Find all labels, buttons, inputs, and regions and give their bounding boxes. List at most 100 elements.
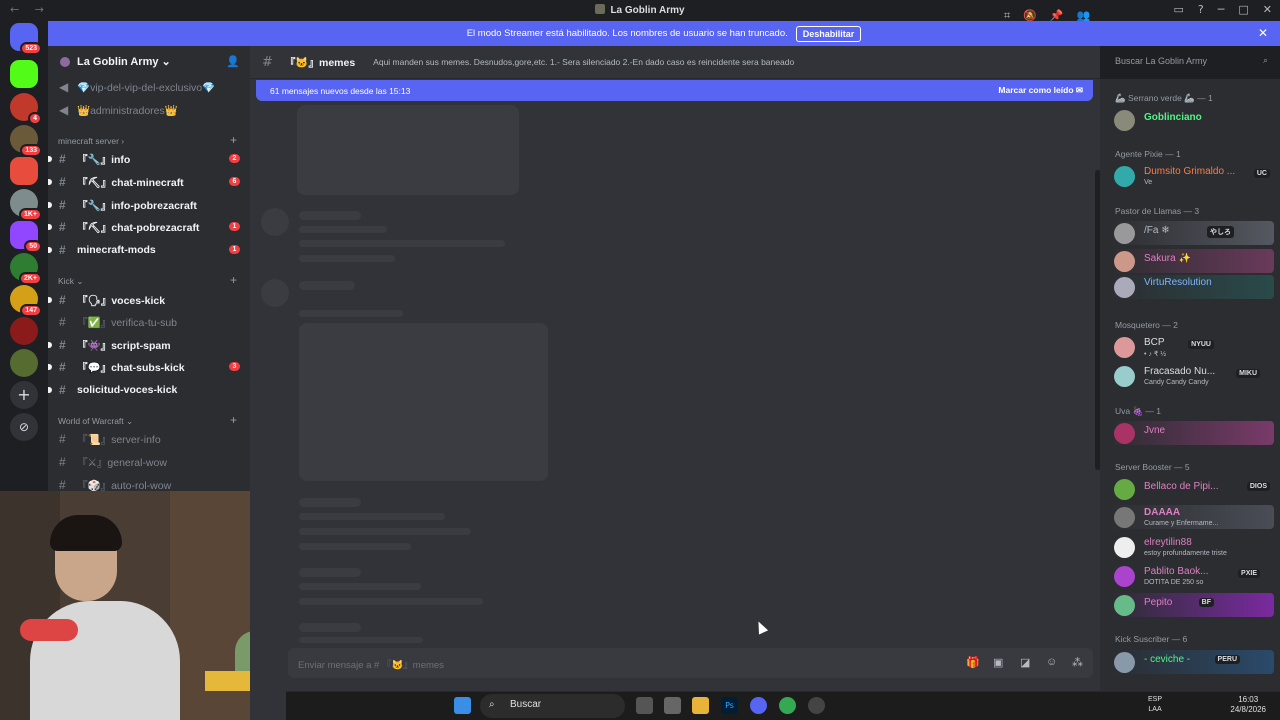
clock-time: 16:03 [1238, 695, 1259, 704]
close-icon[interactable]: ✕ [1258, 26, 1268, 40]
mention-badge: 1 [229, 222, 240, 231]
member-name: - ceviche - [1144, 654, 1191, 665]
server-goblin[interactable]: 147 [10, 285, 42, 317]
members-icon[interactable]: 👥 [1077, 9, 1091, 23]
member-row[interactable]: Pepito BF [1110, 593, 1274, 617]
mark-as-read-button[interactable]: Marcar como leído ✉ [998, 85, 1083, 96]
apps-icon[interactable]: ⁂ [1072, 656, 1083, 669]
channel-admins[interactable]: ◀ 👑administradores👑 [56, 100, 244, 120]
channel-chat-subs-kick[interactable]: # 『💬』chat-subs-kick 3 [48, 357, 244, 377]
member-row[interactable]: - ceviche - PERU [1110, 650, 1274, 674]
hash-icon: # [59, 152, 66, 166]
member-row[interactable]: DAAAA Curame y Enfermame... [1110, 505, 1274, 529]
skeleton-line [299, 310, 403, 317]
maximize-button[interactable]: □ [1238, 3, 1248, 16]
photoshop-icon[interactable]: Ps [721, 697, 738, 714]
server-icon-3[interactable]: 133 [10, 125, 42, 157]
member-row[interactable]: /Fa ❄ やしろ [1110, 221, 1274, 245]
help-icon[interactable]: ? [1198, 3, 1204, 16]
member-row[interactable]: Fracasado Nu... Candy Candy Candy MIKU [1110, 364, 1274, 388]
member-group: Kick Suscriber — 6 [1115, 634, 1188, 644]
new-messages-bar[interactable]: 61 mensajes nuevos desde las 15:13 Marcar… [256, 80, 1093, 101]
server-icon-4[interactable] [10, 157, 38, 185]
channel-chat-minecraft[interactable]: # 『⛏』chat-minecraft 6 [48, 172, 244, 192]
task-view-icon[interactable] [636, 697, 653, 714]
disable-button[interactable]: Deshabilitar [795, 25, 862, 42]
invite-icon[interactable]: 👤 [226, 55, 240, 68]
gift-icon[interactable]: 🎁 [966, 656, 980, 669]
channel-chat-pobrezacraft[interactable]: # 『⛏』chat-pobrezacraft 1 [48, 217, 244, 237]
threads-icon[interactable]: ⌗ [1004, 9, 1010, 23]
add-channel-icon[interactable]: + [230, 133, 237, 147]
discord-icon[interactable] [750, 697, 767, 714]
channel-topic[interactable]: Aqui manden sus memes. Desnudos,gore,etc… [373, 57, 794, 67]
mention-badge: 6 [229, 177, 240, 186]
channel-script-spam[interactable]: # 『👾』script-spam [48, 335, 244, 355]
member-row[interactable]: Dumsito Grimaldo ... Ve UC [1110, 164, 1274, 188]
channel-voces-kick[interactable]: # 『🗣』voces-kick [48, 290, 244, 310]
member-row[interactable]: elreytilin88 estoy profundamente triste [1110, 535, 1274, 559]
server-icon-5[interactable]: 1K+ [10, 189, 42, 221]
guild-header[interactable]: La Goblin Army ⌄ 👤 [48, 46, 250, 77]
member-name: Jvne [1144, 425, 1166, 436]
category-minecraft[interactable]: minecraft server › + [58, 133, 237, 147]
channel-info[interactable]: # 『🔧』info 2 [48, 149, 244, 169]
badge: 523 [20, 42, 42, 55]
windows-taskbar: ⌕ Buscar Ps ESP LAA 16:03 24/8/2026 [286, 691, 1280, 720]
server-kick[interactable] [10, 60, 38, 88]
minimize-button[interactable]: ─ [1218, 3, 1225, 16]
channel-label: 『🔧』info [77, 153, 131, 166]
member-row[interactable]: Pablito Baok... DOTITA DE 250 so PXIE [1110, 564, 1274, 588]
guild-tag: UC [1253, 169, 1270, 178]
sticker-icon[interactable]: ◪ [1020, 656, 1030, 669]
app-icon-2[interactable] [808, 697, 825, 714]
inbox-icon[interactable]: ▭ [1174, 3, 1184, 16]
app-icon[interactable] [664, 697, 681, 714]
add-server-button[interactable]: + [10, 381, 38, 409]
member-row[interactable]: Jvne [1110, 421, 1274, 445]
member-row[interactable]: BCP • ♪ ₹ ½ NYUU [1110, 335, 1274, 359]
server-icon-10[interactable] [10, 349, 38, 377]
category-kick[interactable]: Kick ⌄ + [58, 273, 237, 287]
gif-icon[interactable]: ▣ [993, 656, 1003, 669]
chrome-icon[interactable] [779, 697, 796, 714]
discover-icon[interactable]: ⊘ [10, 413, 38, 441]
member-row[interactable]: Goblinciano [1110, 108, 1274, 132]
home-button[interactable]: 523 [10, 23, 42, 55]
server-icon-7[interactable]: 2K+ [10, 253, 42, 285]
member-row[interactable]: Sakura ✨ [1110, 249, 1274, 273]
start-icon[interactable] [454, 697, 471, 714]
member-row[interactable]: Bellaco de Pipi... DIOS [1110, 477, 1274, 501]
emoji-icon[interactable]: ☺ [1046, 656, 1057, 668]
server-twitch[interactable]: 50 [10, 221, 42, 253]
member-name: Goblinciano [1144, 112, 1202, 123]
message-input[interactable]: Enviar mensaje a # 『🐱』memes 🎁 ▣ ◪ ☺ ⁂ [288, 648, 1093, 678]
server-icon-9[interactable] [10, 317, 38, 345]
channel-server-info[interactable]: # 『📜』server-info [56, 429, 244, 449]
channel-verifica-tu-sub[interactable]: # 『✅』verifica-tu-sub [56, 312, 244, 332]
language-indicator[interactable]: ESP LAA [1148, 695, 1162, 715]
taskbar-search[interactable]: ⌕ Buscar [480, 694, 625, 718]
add-channel-icon[interactable]: + [230, 413, 237, 427]
add-channel-icon[interactable]: + [230, 273, 237, 287]
hash-icon: # [59, 432, 66, 446]
channel-label: 『👾』script-spam [77, 339, 171, 352]
server-icon-2[interactable]: 4 [10, 93, 42, 125]
pin-icon[interactable]: 📌 [1050, 9, 1064, 23]
channel-info-pobrezacraft[interactable]: # 『🔧』info-pobrezacraft [48, 195, 244, 215]
member-group: Mosquetero — 2 [1115, 320, 1178, 330]
category-label: World of Warcraft ⌄ [58, 416, 134, 426]
notification-icon[interactable]: 🔕 [1023, 9, 1037, 23]
channel-vip[interactable]: ◀ 💎vip-del-vip-del-exclusivo💎 [56, 77, 244, 97]
channel-general-wow[interactable]: # 『⚔』general-wow [56, 452, 244, 472]
member-status: DOTITA DE 250 so [1144, 579, 1204, 586]
channel-solicitud-voces-kick[interactable]: # solicitud-voces-kick [48, 380, 244, 400]
channel-minecraft-mods[interactable]: # minecraft-mods 1 [48, 240, 244, 260]
file-explorer-icon[interactable] [692, 697, 709, 714]
category-wow[interactable]: World of Warcraft ⌄ + [58, 413, 237, 427]
category-label: minecraft server › [58, 136, 125, 146]
member-row[interactable]: VirtuResolution [1110, 275, 1274, 299]
clock[interactable]: 16:03 24/8/2026 [1230, 695, 1266, 715]
search-input[interactable]: Buscar La Goblin Army ⌕ [1109, 52, 1274, 72]
close-button[interactable]: ✕ [1263, 3, 1272, 16]
